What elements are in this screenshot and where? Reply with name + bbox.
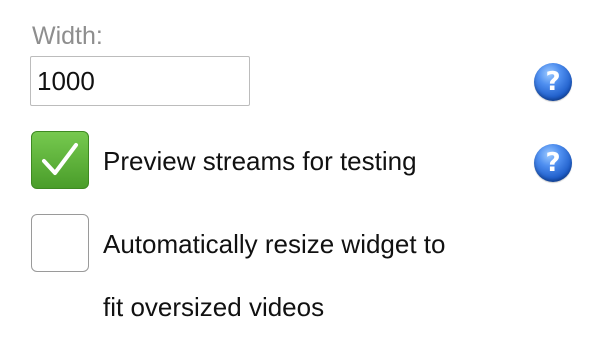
auto-resize-checkbox[interactable] — [31, 214, 89, 272]
auto-resize-label-continued: fit oversized videos — [103, 292, 325, 322]
widget-settings-panel: Width: ? Preview streams for testing ? A… — [0, 0, 600, 351]
check-icon — [42, 143, 78, 175]
preview-streams-checkbox[interactable] — [31, 131, 89, 189]
width-input[interactable] — [30, 56, 250, 106]
auto-resize-label: Automatically resize widget to — [103, 229, 446, 259]
help-icon[interactable]: ? — [534, 144, 572, 182]
help-icon[interactable]: ? — [534, 63, 572, 101]
width-label: Width: — [32, 22, 103, 50]
preview-streams-label: Preview streams for testing — [103, 146, 417, 176]
